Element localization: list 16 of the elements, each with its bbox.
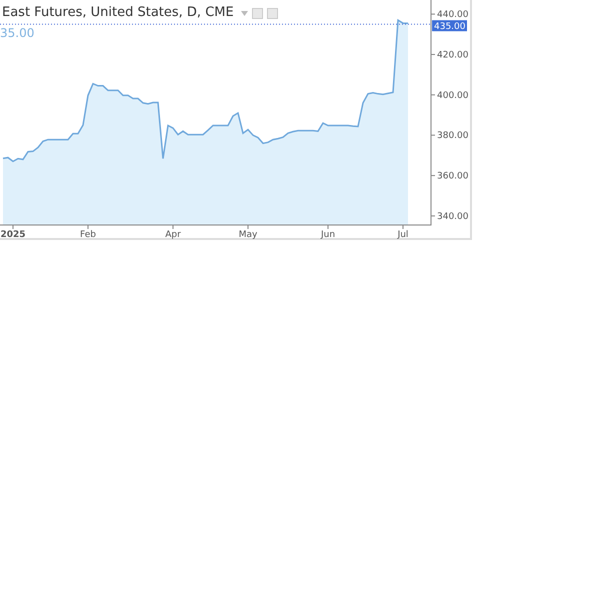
y-tick-label: 360.00	[437, 172, 468, 182]
last-price-label: 435.00	[432, 20, 467, 32]
y-tick-label: 420.00	[437, 50, 468, 60]
y-tick-label: 400.00	[437, 90, 468, 101]
y-tick-label: 380.00	[437, 131, 468, 142]
caret-icon[interactable]	[240, 10, 248, 16]
x-tick-label: Jun	[320, 230, 336, 240]
x-tick-label: Jul	[398, 230, 408, 240]
y-tick-label: 440.00	[437, 10, 468, 20]
chart-title: East Futures, United States, D, CME	[2, 6, 234, 20]
y-tick-label: 340.00	[437, 212, 468, 222]
x-tick-label: May	[238, 230, 258, 240]
legend-value: 35.00	[0, 25, 34, 42]
x-tick-label: 2025	[0, 230, 26, 240]
x-tick-label: Feb	[80, 230, 96, 240]
x-tick-label: Apr	[165, 230, 181, 240]
